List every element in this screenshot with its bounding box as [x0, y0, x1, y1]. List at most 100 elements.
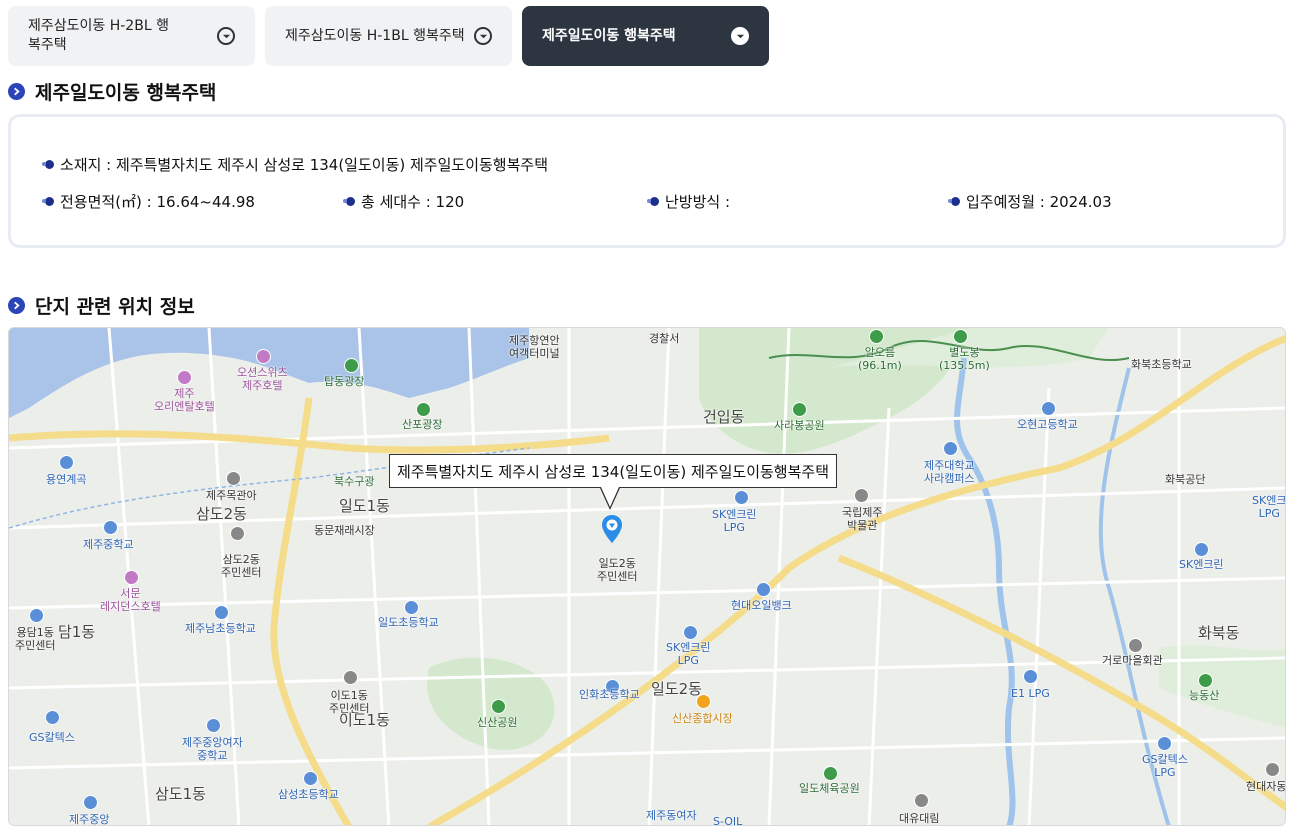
map-label: 일도체육공원	[799, 782, 860, 795]
map-label: 제주항연안 여객터미널	[509, 334, 560, 360]
detail-row: 전용면적(㎡) : 16.64~44.98 총 세대수 : 120 난방방식 :…	[42, 191, 1245, 212]
map-label: 현대자동	[1246, 780, 1286, 793]
map-label: 제주중앙	[69, 813, 110, 826]
landmark-icon	[59, 455, 74, 470]
map-label: 오션스위츠 제주호텔	[237, 366, 288, 392]
move-in-item: 입주예정월 : 2024.03	[948, 191, 1112, 212]
bullet-dot-icon	[42, 197, 54, 206]
tab-label: 제주삼도이동 H-2BL 행복주택	[28, 18, 169, 53]
tab-ildo2[interactable]: 제주일도이동 행복주택	[522, 6, 769, 66]
move-in-text: 입주예정월 : 2024.03	[966, 193, 1112, 211]
area-text: 전용면적(㎡) : 16.64~44.98	[60, 193, 255, 211]
map-label: 일도1동	[339, 497, 390, 515]
park-icon	[416, 402, 431, 417]
map-label: 이도1동	[339, 711, 390, 729]
location-map[interactable]: 제주항연안 여객터미널 경찰서 오션스위츠 제주호텔 제주 오리엔탈호텔 탑동광장 산…	[8, 327, 1286, 826]
map-label: 제주대학교 사라캠퍼스	[924, 459, 975, 485]
map-label: 용연계곡	[46, 473, 87, 486]
map-label: 산포광장	[402, 418, 443, 431]
map-label: GS칼텍스 LPG	[1142, 753, 1188, 779]
complex-info-box: 소재지 : 제주특별자치도 제주시 삼성로 134(일도이동) 제주일도이동행복…	[8, 114, 1286, 248]
map-label: 신산공원	[477, 716, 518, 729]
map-label: 인화초등학교	[579, 688, 640, 701]
building-icon	[914, 793, 929, 808]
map-label: 탑동광장	[324, 375, 365, 388]
map-label: 북수구광	[334, 475, 375, 488]
office-icon	[230, 526, 245, 541]
tab-label: 제주삼도이동 H-1BL 행복주택	[285, 27, 465, 44]
map-label: 담1동	[58, 623, 96, 641]
location-title: 단지 관련 위치 정보	[8, 292, 195, 319]
mountain-icon	[953, 329, 968, 344]
complex-title: 제주일도이동 행복주택	[8, 78, 216, 105]
landmark-icon	[226, 471, 241, 486]
map-label: 거로마을회관	[1102, 654, 1163, 667]
map-label: 일도초등학교	[378, 616, 439, 629]
tooltip-text: 제주특별자치도 제주시 삼성로 134(일도이동) 제주일도이동행복주택	[396, 462, 829, 481]
gas-station-icon	[683, 625, 698, 640]
map-label: 제주중학교	[83, 538, 134, 551]
map-label: 제주목관아	[206, 489, 257, 502]
hotel-icon	[256, 349, 271, 364]
gas-station-icon	[1023, 669, 1038, 684]
map-label: 제주동여자	[646, 809, 697, 822]
tab-samdo2-h2bl[interactable]: 제주삼도이동 H-2BL 행복주택	[8, 6, 255, 66]
map-label: SK엔크린 LPG	[712, 508, 757, 534]
map-label: 용담1동 주민센터	[15, 626, 56, 652]
school-icon	[1041, 401, 1056, 416]
park-icon	[344, 358, 359, 373]
hotel-icon	[124, 570, 139, 585]
mountain-icon	[1198, 673, 1213, 688]
map-label: SK엔크 LPG	[1252, 494, 1286, 520]
park-icon	[823, 766, 838, 781]
map-label: 신산종합시장	[672, 712, 733, 725]
tab-label: 제주일도이동 행복주택	[542, 27, 676, 44]
map-label: 일도2동 주민센터	[597, 557, 638, 583]
car-icon	[1265, 762, 1280, 777]
heating-text: 난방방식 :	[665, 193, 731, 211]
school-icon	[303, 771, 318, 786]
map-label: 별도봉 (135.5m)	[939, 346, 990, 372]
gas-station-icon	[1194, 542, 1209, 557]
tab-samdo2-h1bl[interactable]: 제주삼도이동 H-1BL 행복주택	[265, 6, 512, 66]
school-icon	[404, 600, 419, 615]
park-icon	[491, 699, 506, 714]
complex-title-text: 제주일도이동 행복주택	[35, 82, 217, 104]
map-label: 능동산	[1189, 689, 1220, 702]
bullet-dot-icon	[647, 197, 659, 206]
households-item: 총 세대수 : 120	[343, 191, 464, 212]
map-label: 삼도2동	[196, 505, 247, 523]
map-label: 제주남초등학교	[185, 622, 256, 635]
map-label: SK엔크린 LPG	[666, 641, 711, 667]
map-label: GS칼텍스	[29, 731, 75, 744]
heating-item: 난방방식 :	[647, 191, 731, 212]
map-label: 서문 레지던스호텔	[100, 587, 161, 613]
chevron-down-icon	[731, 27, 749, 45]
map-label: 국립제주 박물관	[842, 506, 883, 532]
location-title-text: 단지 관련 위치 정보	[35, 296, 195, 318]
school-icon	[943, 441, 958, 456]
bullet-dot-icon	[343, 197, 355, 206]
map-label: SK엔크린	[1179, 558, 1224, 571]
gas-station-icon	[45, 710, 60, 725]
gas-station-icon	[734, 490, 749, 505]
map-pin-icon[interactable]	[601, 514, 623, 544]
map-label: 삼성초등학교	[278, 788, 339, 801]
chevron-down-icon	[474, 27, 492, 45]
bullet-dot-icon	[42, 160, 54, 169]
map-label: 화북공단	[1165, 473, 1206, 486]
chevron-down-icon	[217, 27, 235, 45]
office-icon	[343, 670, 358, 685]
map-label: 일도2동	[651, 680, 702, 698]
map-label: E1 LPG	[1011, 687, 1050, 700]
map-label: 오현고등학교	[1017, 418, 1078, 431]
map-label: 현대오일뱅크	[731, 599, 792, 612]
complex-tabs: 제주삼도이동 H-2BL 행복주택 제주삼도이동 H-1BL 행복주택 제주일도…	[8, 6, 769, 66]
map-label: S-OIL	[713, 815, 743, 826]
chevron-right-icon	[8, 297, 25, 314]
bullet-dot-icon	[948, 197, 960, 206]
map-label: 동문재래시장	[314, 524, 375, 537]
map-label: 화북초등학교	[1131, 358, 1192, 371]
museum-icon	[854, 488, 869, 503]
gas-station-icon	[1157, 736, 1172, 751]
